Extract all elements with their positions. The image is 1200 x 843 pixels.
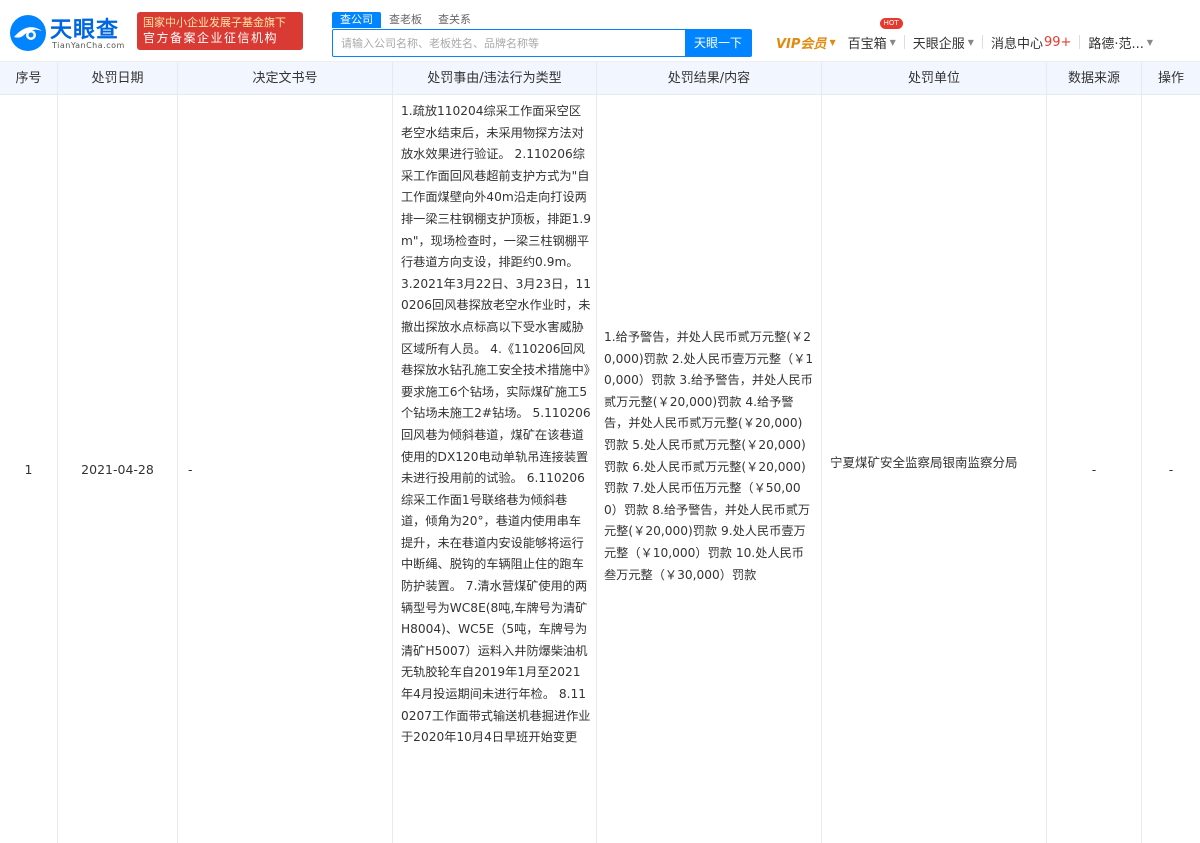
badge-line2: 官方备案企业征信机构 xyxy=(143,31,279,45)
message-count-badge: 99+ xyxy=(1043,34,1072,50)
penalty-reason: 1.疏放110204综采工作面采空区老空水结束后，未采用物探方法对放水效果进行验… xyxy=(401,104,592,745)
nav-message-center[interactable]: 消息中心 99+ xyxy=(985,30,1077,54)
cell-source: - xyxy=(1047,95,1142,843)
chevron-down-icon: ▼ xyxy=(1146,37,1154,47)
top-header: 天眼查 TianYanCha.com 国家中小企业发展子基金旗下 官方备案企业征… xyxy=(0,0,1200,62)
column-header-index: 序号 xyxy=(0,62,58,95)
column-header-reason: 处罚事由/违法行为类型 xyxy=(393,62,597,95)
cell-date: 2021-04-28 xyxy=(58,95,178,843)
cell-result: 1.给予警告，并处人民币贰万元整(￥20,000)罚款 2.处人民币壹万元整（￥… xyxy=(597,95,822,843)
logo-title: 天眼查 xyxy=(50,18,120,43)
row-action: - xyxy=(1168,461,1174,477)
tab-relation[interactable]: 查关系 xyxy=(430,12,479,28)
table-row: 1 2021-04-28 - 1.疏放110204综采工作面采空区老空水结束后，… xyxy=(0,95,1200,843)
nav-qifu-label: 天眼企服 xyxy=(912,36,965,52)
nav-vip[interactable]: VIP会员 ▼ xyxy=(770,30,842,54)
badge-line1: 国家中小企业发展子基金旗下 xyxy=(143,16,286,29)
chevron-down-icon: ▼ xyxy=(829,37,836,47)
chevron-down-icon: ▼ xyxy=(967,37,974,47)
chevron-down-icon: ▼ xyxy=(889,37,896,47)
nav-qifu[interactable]: 天眼企服 ▼ xyxy=(907,30,980,54)
column-header-date[interactable]: 处罚日期 xyxy=(58,62,178,95)
cell-doc-no: - xyxy=(178,95,393,843)
nav-message-label: 消息中心 xyxy=(990,36,1043,52)
nav-baibaoxiang[interactable]: 百宝箱 ▼ HOT xyxy=(842,18,903,54)
decision-doc-no: - xyxy=(188,461,193,477)
cell-index: 1 xyxy=(0,95,58,843)
penalty-unit[interactable]: 宁夏煤矿安全监察局银南监察分局 xyxy=(830,452,1040,473)
hot-badge: HOT xyxy=(879,18,903,29)
nav-user-name: 路德·范... xyxy=(1088,36,1144,52)
cell-reason: 1.疏放110204综采工作面采空区老空水结束后，未采用物探方法对放水效果进行验… xyxy=(393,95,597,843)
column-header-source: 数据来源 xyxy=(1047,62,1142,95)
penalty-result: 1.给予警告，并处人民币贰万元整(￥20,000)罚款 2.处人民币壹万元整（￥… xyxy=(604,330,814,582)
nav-divider xyxy=(981,35,983,49)
cell-unit: 宁夏煤矿安全监察局银南监察分局 xyxy=(822,95,1047,843)
row-index: 1 xyxy=(24,461,33,477)
search-input[interactable] xyxy=(333,30,685,56)
tab-company[interactable]: 查公司 xyxy=(332,12,381,28)
site-logo[interactable]: 天眼查 TianYanCha.com xyxy=(8,10,133,54)
nav-user[interactable]: 路德·范... ▼ xyxy=(1082,30,1159,54)
column-header-action: 操作 xyxy=(1157,71,1184,86)
search-button[interactable]: 天眼一下 xyxy=(685,30,751,56)
official-badge: 国家中小企业发展子基金旗下 官方备案企业征信机构 xyxy=(137,12,303,50)
penalty-date: 2021-04-28 xyxy=(81,461,154,477)
cell-action: - xyxy=(1142,95,1200,843)
column-header-doc-no: 决定文书号 xyxy=(178,62,393,95)
tab-boss[interactable]: 查老板 xyxy=(381,12,430,28)
nav-divider xyxy=(1079,35,1081,49)
column-header-unit: 处罚单位 xyxy=(822,62,1047,95)
search-box: 天眼一下 xyxy=(332,29,752,57)
logo-subtitle: TianYanCha.com xyxy=(52,41,125,50)
search-tabs: 查公司 查老板 查关系 xyxy=(332,12,479,28)
data-source: - xyxy=(1091,461,1097,477)
eye-logo-icon xyxy=(10,15,46,51)
nav-baibaoxiang-label: 百宝箱 xyxy=(847,36,887,52)
nav-divider xyxy=(903,35,905,49)
column-header-result: 处罚结果/内容 xyxy=(597,62,822,95)
top-nav: VIP会员 ▼ 百宝箱 ▼ HOT 天眼企服 ▼ 消息中心 99+ 路德·范..… xyxy=(770,18,1159,54)
table-header: 序号 处罚日期 决定文书号 处罚事由/违法行为类型 处罚结果/内容 处罚单位 数… xyxy=(0,62,1200,95)
nav-vip-label: VIP会员 xyxy=(776,36,827,52)
